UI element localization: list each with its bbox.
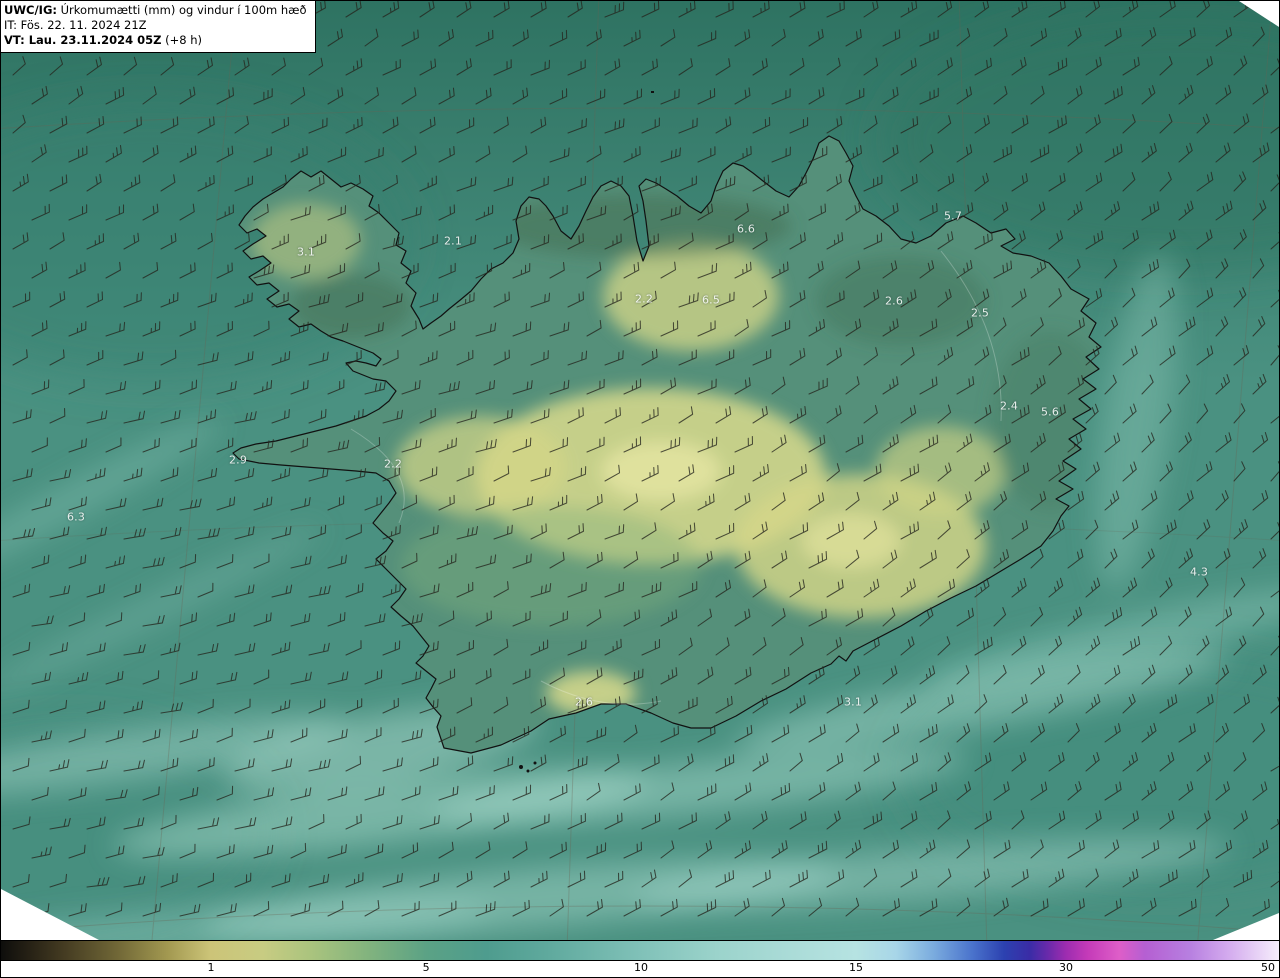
map-canvas: 3.1 2.1 6.6 5.7 2.2 6.5 2.6 2.5 2.4 5.6 2.9 2.2 6.3 4… xyxy=(1,1,1279,940)
valid-time-suffix: (+8 h) xyxy=(165,33,202,48)
init-time-line: IT: Fös. 22. 11. 2024 21Z xyxy=(4,18,147,33)
valid-time-bold: VT: Lau. 23.11.2024 05Z xyxy=(4,33,162,48)
colorbar: 1 5 10 15 30 50 xyxy=(1,940,1279,977)
colorbar-tick-label: 10 xyxy=(634,961,649,974)
colorbar-tick-label: 50 xyxy=(1261,961,1276,974)
colorbar-tick-label: 1 xyxy=(207,961,215,974)
valid-time-line: VT: Lau. 23.11.2024 05Z (+8 h) xyxy=(4,33,307,48)
map-svg xyxy=(1,1,1279,940)
colorbar-tick-label: 30 xyxy=(1058,961,1073,974)
colorbar-tick-label: 15 xyxy=(848,961,863,974)
product-label: UWC/IG: xyxy=(4,3,57,17)
colorbar-ticks: 1 5 10 15 30 50 xyxy=(1,961,1279,976)
product-title: Úrkomumætti (mm) og vindur í 100m hæð xyxy=(60,3,307,17)
weather-map-viewport: 3.1 2.1 6.6 5.7 2.2 6.5 2.6 2.5 2.4 5.6 2.9 2.2 6.3 4… xyxy=(0,0,1280,978)
colorbar-tick-label: 5 xyxy=(422,961,430,974)
colorbar-gradient xyxy=(1,941,1279,961)
map-title-box: UWC/IG: Úrkomumætti (mm) og vindur í 100… xyxy=(1,1,316,53)
product-title-line: UWC/IG: Úrkomumætti (mm) og vindur í 100… xyxy=(4,3,307,18)
